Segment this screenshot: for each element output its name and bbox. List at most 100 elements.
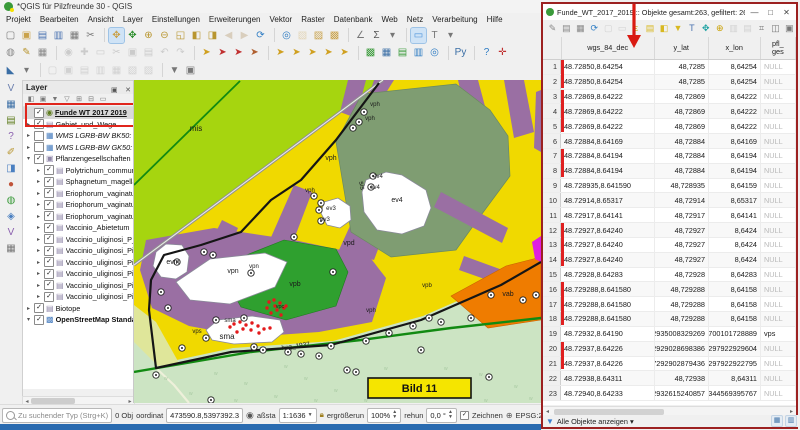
row-number-cell[interactable]: 10	[543, 193, 561, 207]
map-svg[interactable]: wwwwwwwwwwwwwwwwwwwwwwmisvphsisvphvphvph…	[134, 80, 541, 403]
row-number-cell[interactable]: 12	[543, 223, 561, 237]
current-edits-icon[interactable]: ◍	[3, 45, 18, 60]
metasearch-icon[interactable]: ◎	[427, 45, 442, 60]
scale-select[interactable]: 1:1636 ▼	[279, 408, 317, 423]
delete-feature-icon[interactable]: ▭	[616, 22, 629, 35]
collapse-all-icon[interactable]: ⊟	[86, 95, 96, 105]
add-feature-icon[interactable]: ▢	[602, 22, 615, 35]
layer-visibility-checkbox[interactable]: ✓	[44, 234, 54, 244]
table-cell[interactable]: 8,64283	[709, 268, 761, 282]
row-number-cell[interactable]: 17	[543, 297, 561, 311]
scroll-left-icon[interactable]: ◂	[543, 408, 552, 415]
menu-einstellungen[interactable]: Einstellungen	[152, 15, 200, 24]
expander-icon[interactable]: ▸	[35, 167, 42, 174]
annotation-dropdown-icon[interactable]: ▾	[443, 28, 458, 43]
table-cell[interactable]: 48.72884,8.64194	[561, 164, 655, 178]
table-cell[interactable]: NULL	[761, 371, 796, 385]
table-cell[interactable]: 48,729288	[655, 282, 709, 296]
snapping-icon[interactable]: ▢	[45, 63, 60, 78]
delimited-text-icon[interactable]: ▦	[3, 242, 19, 256]
table-cell[interactable]: 8,642297922929604	[709, 342, 761, 356]
row-number-cell[interactable]: 11	[543, 208, 561, 222]
menu-projekt[interactable]: Projekt	[6, 15, 31, 24]
history-icon[interactable]: ▤	[395, 45, 410, 60]
table-cell[interactable]: 48,7285	[655, 75, 709, 89]
table-cell[interactable]: 8,64158	[709, 297, 761, 311]
table-cell[interactable]: NULL	[761, 104, 796, 118]
select-poly-icon[interactable]: ➤	[273, 45, 288, 60]
dropdown-icon[interactable]: ▾	[19, 63, 34, 78]
layer-item-vaccinio-abietetum[interactable]: ▸✓▤Vaccinio_Abietetum	[23, 222, 134, 234]
column-header-x_lon[interactable]: x_lon	[709, 37, 761, 59]
expander-icon[interactable]: ▸	[25, 121, 32, 128]
select-all-icon[interactable]: ▤	[644, 22, 657, 35]
zoom-full-icon[interactable]: ◱	[173, 28, 188, 43]
table-cell[interactable]: NULL	[761, 179, 796, 193]
table-cell[interactable]: 48,72884	[655, 164, 709, 178]
panel-pin-icon[interactable]: ▣	[111, 87, 118, 94]
table-cell[interactable]: 48.72850,8.64254	[561, 60, 655, 74]
python-console-icon[interactable]: Py	[453, 45, 468, 60]
reload-table-icon[interactable]: ⟳	[588, 22, 601, 35]
table-cell[interactable]: 48,72927	[655, 238, 709, 252]
magnifier-input[interactable]: 100% ▲▼	[367, 408, 401, 423]
layer-visibility-checkbox[interactable]: ✓	[44, 280, 54, 290]
extents-icon[interactable]: ◉	[246, 410, 254, 421]
layer-item-pflanzengesellschaften[interactable]: ▾✓▣Pflanzengesellschaften	[23, 153, 134, 165]
new-temp-layer-icon[interactable]: ✐	[3, 146, 19, 160]
multi-edit-icon[interactable]: ▤	[560, 22, 573, 35]
data-source-manager-icon[interactable]: V	[3, 82, 19, 96]
expander-icon[interactable]: ▸	[35, 178, 42, 185]
layer-visibility-checkbox[interactable]: ✓	[44, 165, 54, 175]
copy-features-icon[interactable]: ▣	[125, 45, 140, 60]
table-cell[interactable]: 48,72932615240857	[655, 386, 709, 400]
vertex-tool-icon[interactable]: ✚	[77, 45, 92, 60]
crs-globe-icon[interactable]: ⊕	[506, 411, 513, 420]
table-cell[interactable]: 8,64194	[709, 149, 761, 163]
table-cell[interactable]: 48.729288,8.641580	[561, 297, 655, 311]
expander-icon[interactable]: ▸	[25, 144, 32, 151]
new-shapefile-icon[interactable]: ▤	[3, 114, 19, 128]
row-number-cell[interactable]: 16	[543, 282, 561, 296]
expand-all-icon[interactable]: ⊞	[74, 95, 84, 105]
table-cell[interactable]: NULL	[761, 342, 796, 356]
zoom-to-selection-icon[interactable]: ◧	[189, 28, 204, 43]
crosshair-icon[interactable]: ✛	[495, 45, 510, 60]
toggle-editing-icon[interactable]: ✎	[19, 45, 34, 60]
deselect-arrow-icon[interactable]: ➤	[215, 45, 230, 60]
lock-scale-icon[interactable]: 🔒︎	[320, 410, 324, 420]
table-cell[interactable]: 48.72884,8.64194	[561, 149, 655, 163]
filter-icon[interactable]: ▼	[671, 22, 684, 35]
table-cell[interactable]: 8,64222	[709, 90, 761, 104]
layout-manager-icon[interactable]: ✂	[83, 28, 98, 43]
identify-features-icon[interactable]: ◎	[279, 28, 294, 43]
row-number-cell[interactable]: 23	[543, 386, 561, 400]
zoom-to-selection-icon[interactable]: ⊕	[713, 22, 726, 35]
layer-visibility-checkbox[interactable]	[34, 142, 44, 152]
filter-mode-button[interactable]: Alle Objekte anzeigen ▾	[557, 417, 634, 426]
table-cell[interactable]: 8,6424	[709, 238, 761, 252]
measure-icon[interactable]: ∠	[353, 28, 368, 43]
table-cell[interactable]: 8,64141	[709, 208, 761, 222]
table-cell[interactable]: 48.72917,8.64141	[561, 208, 655, 222]
table-cell[interactable]: 48,72884	[655, 149, 709, 163]
layer-item-vaccinio-uliginosi-pin[interactable]: ▸✓▤Vaccinio_uliginosi_Pin	[23, 257, 134, 269]
table-cell[interactable]: 8,641700101728889	[709, 327, 761, 341]
table-cell[interactable]: NULL	[761, 238, 796, 252]
table-cell[interactable]: NULL	[761, 164, 796, 178]
layer-item-sphagnetum-magella[interactable]: ▸✓▤Sphagnetum_magella	[23, 176, 134, 188]
column-header-rownum[interactable]	[543, 37, 562, 59]
map-canvas[interactable]: wwwwwwwwwwwwwwwwwwwwwwmisvphsisvphvphvph…	[133, 80, 541, 403]
move-selection-top-icon[interactable]: T	[685, 22, 698, 35]
open-layer-styling-icon[interactable]: ◧	[26, 95, 36, 105]
deselect-icon[interactable]: ▩	[327, 28, 342, 43]
table-cell[interactable]: 48.72927,8.64240	[561, 223, 655, 237]
delete-selected-icon[interactable]: ▭	[93, 45, 108, 60]
table-cell[interactable]: 48.72884,8.64169	[561, 134, 655, 148]
layer-visibility-checkbox[interactable]: ✓	[44, 200, 54, 210]
layer-item-vaccinio-uliginosi-pin[interactable]: ▸✓▤Vaccinio_uliginosi_Pin	[23, 280, 134, 292]
paste-features-icon[interactable]: ▤	[141, 45, 156, 60]
table-cell[interactable]: 8,64169	[709, 134, 761, 148]
select-radius-icon[interactable]: ➤	[305, 45, 320, 60]
vector-layer-icon[interactable]: ◍	[3, 194, 19, 208]
